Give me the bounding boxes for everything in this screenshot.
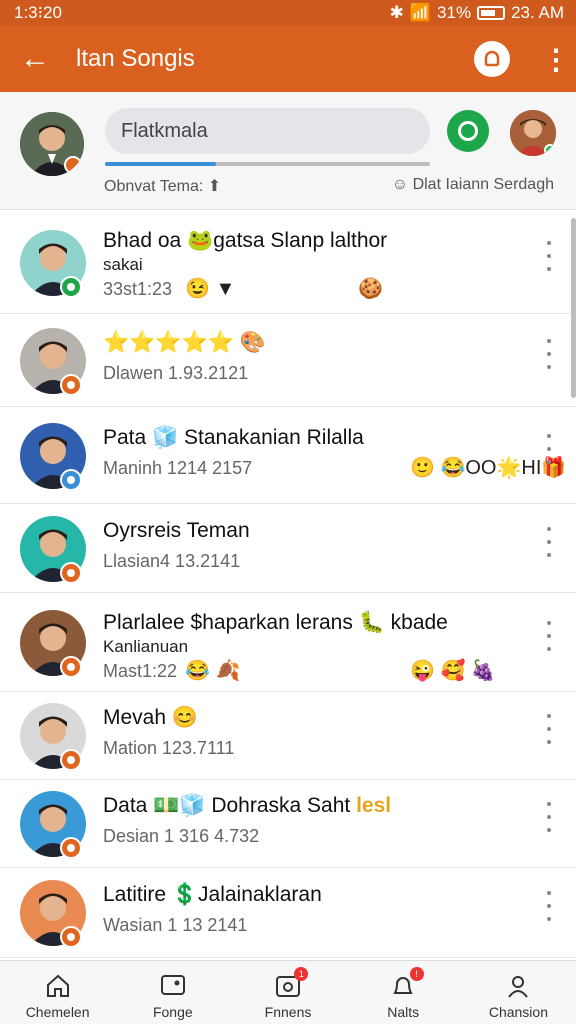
status-filter-link[interactable]: ☺ Dlat Iaiann Serdagh: [392, 176, 554, 194]
more-vertical-icon: ⋮: [542, 43, 570, 75]
contact-name: Plarlalee $haparkan lerans 🐛 kbade: [103, 611, 448, 634]
status-badge: [60, 837, 82, 859]
peer-avatar[interactable]: [510, 110, 556, 156]
back-button[interactable]: ←: [0, 26, 70, 92]
search-section: Flatkmala Obnvat Tema: ⬆ ☺ Dlat Iaiann S…: [0, 92, 576, 210]
contact-timestamp: Dlawen 1.93.2121: [103, 363, 249, 383]
more-vertical-icon[interactable]: [542, 802, 556, 832]
contact-row[interactable]: Data 💵🧊 Dohraska Saht lesl Desian 1 316 4…: [0, 780, 576, 868]
search-progress-bar: [105, 162, 430, 166]
more-vertical-icon[interactable]: [542, 621, 556, 651]
contact-timestamp: Mation 123.7111: [103, 738, 235, 758]
reaction-emojis-right: 😜 🥰 🍇: [410, 660, 496, 682]
contact-name: Data 💵🧊 Dohraska Saht lesl: [103, 794, 392, 817]
nav-item-fnnens[interactable]: 1 Fnnens: [230, 961, 345, 1024]
profile-circle-icon: [484, 50, 500, 67]
more-vertical-icon[interactable]: [542, 891, 556, 921]
arrow-left-icon: ←: [20, 42, 50, 75]
status-bar: 1:3⁝20 ✱ 📶 31% 23. AM: [0, 0, 576, 26]
contact-timestamp: Desian 1 316 4.732: [103, 826, 260, 846]
more-vertical-icon[interactable]: [542, 339, 556, 369]
nav-item-chansion[interactable]: Chansion: [461, 961, 576, 1024]
contact-row[interactable]: Latitire 💲Jalainaklaran Wasian 1 13 2141: [0, 868, 576, 958]
battery-percent: 31%: [437, 3, 472, 22]
contact-list: Bhad oa 🐸gatsa Slanp lalthor sakai 33st1:2…: [0, 211, 576, 958]
more-vertical-icon[interactable]: [542, 527, 556, 557]
online-indicator: [544, 144, 556, 156]
status-badge: [60, 749, 82, 771]
contact-subtitle: Kanlianuan: [103, 637, 189, 656]
topic-label: Obnvat Tema: ⬆: [104, 178, 222, 195]
more-menu-button[interactable]: ⋮: [536, 43, 576, 76]
person-icon: [504, 972, 532, 1000]
more-vertical-icon[interactable]: [542, 434, 556, 464]
chat-icon: [159, 972, 187, 1000]
my-avatar[interactable]: [20, 112, 84, 176]
contact-name: Pata 🧊 Stanakanian Rilalla: [103, 426, 364, 449]
nav-label: Nalts: [387, 1004, 420, 1020]
wifi-icon: 📶: [409, 3, 432, 22]
contact-row[interactable]: Plarlalee $haparkan lerans 🐛 kbade Kanlia…: [0, 593, 576, 692]
status-time: 1:3⁝20: [14, 3, 62, 22]
nav-label: Fnnens: [264, 1004, 312, 1020]
search-input[interactable]: Flatkmala: [105, 108, 430, 154]
status-badge: [60, 562, 82, 584]
record-button[interactable]: [447, 110, 489, 152]
reaction-emojis-right: 🍪: [358, 278, 383, 300]
nav-item-chemelen[interactable]: Chemelen: [0, 961, 115, 1024]
status-badge: [60, 276, 82, 298]
notification-badge: 1: [294, 967, 309, 981]
contact-row[interactable]: Bhad oa 🐸gatsa Slanp lalthor sakai 33st1:2…: [0, 211, 576, 314]
reaction-emojis: 😂 🍂: [185, 660, 241, 682]
more-vertical-icon[interactable]: [542, 714, 556, 744]
circle-icon: [458, 121, 478, 141]
nav-label: Chansion: [488, 1004, 548, 1020]
status-badge: [60, 374, 82, 396]
contact-timestamp: Mast1:22: [103, 661, 178, 681]
app-bar: ← ltan Songis ⋮: [0, 26, 576, 92]
contact-timestamp: Wasian 1 13 2141: [103, 915, 248, 935]
nav-item-fonge[interactable]: Fonge: [115, 961, 230, 1024]
notification-badge: !: [409, 967, 424, 981]
more-vertical-icon[interactable]: [542, 241, 556, 271]
emoji-circle-icon: ☺: [391, 176, 409, 193]
contact-name: Latitire 💲Jalainaklaran: [103, 883, 322, 906]
contact-row[interactable]: Oyrsreis Teman Llasian4 13.2141: [0, 504, 576, 593]
nav-item-nalts[interactable]: ! Nalts: [346, 961, 461, 1024]
contact-name: Mevah 😊: [103, 706, 199, 729]
contact-row[interactable]: ⭐⭐⭐⭐⭐ 🎨 Dlawen 1.93.2121: [0, 314, 576, 407]
contact-name: Bhad oa 🐸gatsa Slanp lalthor: [103, 229, 388, 252]
nav-label: Chemelen: [25, 1004, 90, 1020]
reaction-emojis: 😉 ▼: [185, 278, 236, 300]
contact-row[interactable]: Pata 🧊 Stanakanian Rilalla Maninh 1214 21…: [0, 407, 576, 504]
contact-row[interactable]: Mevah 😊 Mation 123.7111: [0, 692, 576, 780]
bottom-navigation: Chemelen Fonge 1 Fnnens! Nalts Chansion: [0, 960, 576, 1024]
nav-label: Fonge: [152, 1004, 193, 1020]
status-badge: [60, 926, 82, 948]
status-clock: 23. AM: [511, 3, 564, 22]
contact-name: ⭐⭐⭐⭐⭐ 🎨: [103, 331, 266, 354]
contact-name-accent: lesl: [350, 794, 392, 817]
contact-subtitle: sakai: [103, 255, 143, 274]
scrollbar[interactable]: [571, 218, 576, 398]
battery-icon: [477, 6, 506, 20]
page-title: ltan Songis: [76, 45, 195, 72]
bluetooth-icon: ✱: [389, 3, 404, 22]
status-badge: [60, 469, 82, 491]
status-badge: [60, 656, 82, 678]
contact-name: Oyrsreis Teman: [103, 519, 250, 542]
profile-button[interactable]: [474, 41, 510, 77]
contact-timestamp: Llasian4 13.2141: [103, 551, 241, 571]
home-icon: [44, 972, 72, 1000]
contact-timestamp: Maninh 1214 2157: [103, 458, 253, 478]
contact-timestamp: 33st1:23: [103, 279, 173, 299]
